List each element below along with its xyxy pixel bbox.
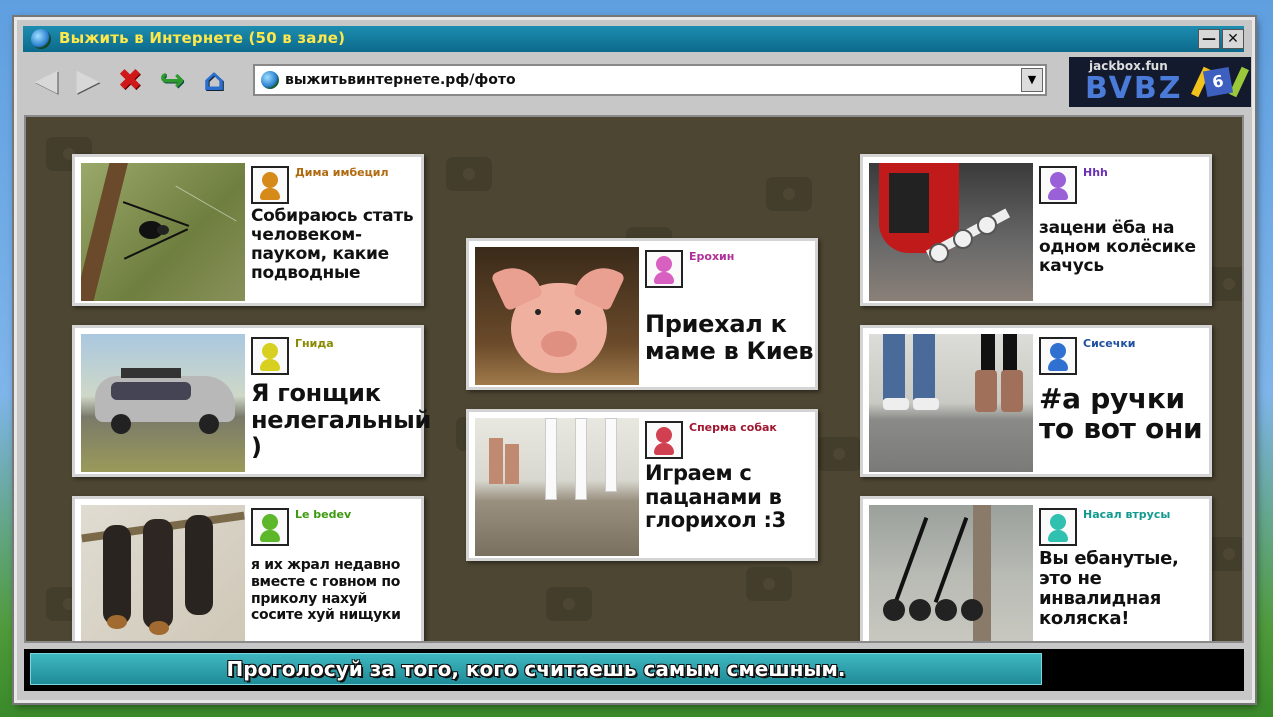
- post-caption: #а ручки то вот они: [1039, 382, 1203, 446]
- camera-icon: [546, 587, 592, 621]
- photo-feed: Дима имбецил Собираюсь стать человеком-п…: [24, 115, 1244, 643]
- bottom-bar: Проголосуй за того, кого считаешь самым …: [24, 649, 1244, 691]
- camera-icon: [816, 437, 862, 471]
- post-caption: я их жрал недавно вместе с говном по при…: [251, 557, 401, 624]
- post-card[interactable]: Ерохин Приехал к маме в Киев: [466, 238, 818, 390]
- post-photo: [475, 247, 639, 385]
- toolbar: ◀ ▶ ✖ ↪ ⌂ выжитьвинтернете.рф/фото ▼: [23, 55, 1053, 105]
- title-bar: Выжить в Интернете (50 в зале) — ✕: [23, 26, 1244, 52]
- avatar: [1039, 337, 1077, 375]
- post-card[interactable]: Le bedev я их жрал недавно вместе с говн…: [72, 496, 424, 641]
- avatar: [645, 250, 683, 288]
- stop-icon[interactable]: ✖: [111, 61, 149, 99]
- post-card[interactable]: Насал втрусы Вы ебанутые, это не инвалид…: [860, 496, 1212, 641]
- post-username: Сисечки: [1083, 337, 1136, 350]
- jackbox-logo: jackbox.fun BVBZ 6: [1069, 57, 1251, 107]
- refresh-arrow-icon[interactable]: ↪: [153, 61, 191, 99]
- logo-text: BVBZ: [1085, 71, 1183, 106]
- logo-number: 6: [1202, 66, 1234, 98]
- post-caption: Приехал к маме в Киев: [645, 310, 814, 365]
- post-photo: [81, 163, 245, 301]
- vote-prompt: Проголосуй за того, кого считаешь самым …: [226, 657, 846, 681]
- camera-icon: [766, 177, 812, 211]
- back-arrow-icon[interactable]: ◀: [27, 61, 65, 99]
- post-card[interactable]: Hhh зацени ёба на одном колёсике качусь: [860, 154, 1212, 306]
- post-username: Le bedev: [295, 508, 352, 521]
- browser-window: Выжить в Интернете (50 в зале) — ✕ ◀ ▶ ✖…: [14, 17, 1255, 703]
- window-title: Выжить в Интернете (50 в зале): [59, 29, 346, 47]
- post-photo: [475, 418, 639, 556]
- address-text: выжитьвинтернете.рф/фото: [285, 72, 516, 88]
- post-card[interactable]: Сисечки #а ручки то вот они: [860, 325, 1212, 477]
- globe-icon: [31, 29, 51, 49]
- forward-arrow-icon[interactable]: ▶: [69, 61, 107, 99]
- camera-icon: [746, 567, 792, 601]
- avatar: [1039, 508, 1077, 546]
- post-username: Сперма собак: [689, 421, 777, 434]
- post-card[interactable]: Сперма собак Играем с пацанами в глорихо…: [466, 409, 818, 561]
- post-username: Насал втрусы: [1083, 508, 1171, 521]
- post-username: Ерохин: [689, 250, 735, 263]
- post-photo: [81, 505, 245, 641]
- avatar: [251, 337, 289, 375]
- post-photo: [869, 334, 1033, 472]
- post-card[interactable]: Дима имбецил Собираюсь стать человеком-п…: [72, 154, 424, 306]
- post-username: Дима имбецил: [295, 166, 389, 179]
- post-username: Hhh: [1083, 166, 1108, 179]
- post-caption: Играем с пацанами в глорихол :3: [645, 461, 786, 533]
- avatar: [1039, 166, 1077, 204]
- home-icon[interactable]: ⌂: [195, 61, 233, 99]
- post-photo: [869, 163, 1033, 301]
- post-caption: Собираюсь стать человеком-пауком, какие …: [251, 206, 414, 284]
- avatar: [251, 166, 289, 204]
- chevron-down-icon[interactable]: ▼: [1021, 68, 1043, 92]
- avatar: [251, 508, 289, 546]
- camera-icon: [446, 157, 492, 191]
- post-photo: [869, 505, 1033, 641]
- close-button[interactable]: ✕: [1222, 29, 1244, 49]
- globe-icon: [261, 71, 279, 89]
- avatar: [645, 421, 683, 459]
- minimize-button[interactable]: —: [1198, 29, 1220, 49]
- post-caption: зацени ёба на одном колёсике качусь: [1039, 218, 1196, 277]
- post-photo: [81, 334, 245, 472]
- post-username: Гнида: [295, 337, 334, 350]
- post-caption: Вы ебанутые, это не инвалидная коляска!: [1039, 548, 1179, 630]
- address-bar[interactable]: выжитьвинтернете.рф/фото ▼: [253, 64, 1047, 96]
- vote-prompt-bar: Проголосуй за того, кого считаешь самым …: [30, 653, 1042, 685]
- post-card[interactable]: Гнида Я гонщик нелегальный ): [72, 325, 432, 477]
- post-caption: Я гонщик нелегальный ): [251, 379, 432, 461]
